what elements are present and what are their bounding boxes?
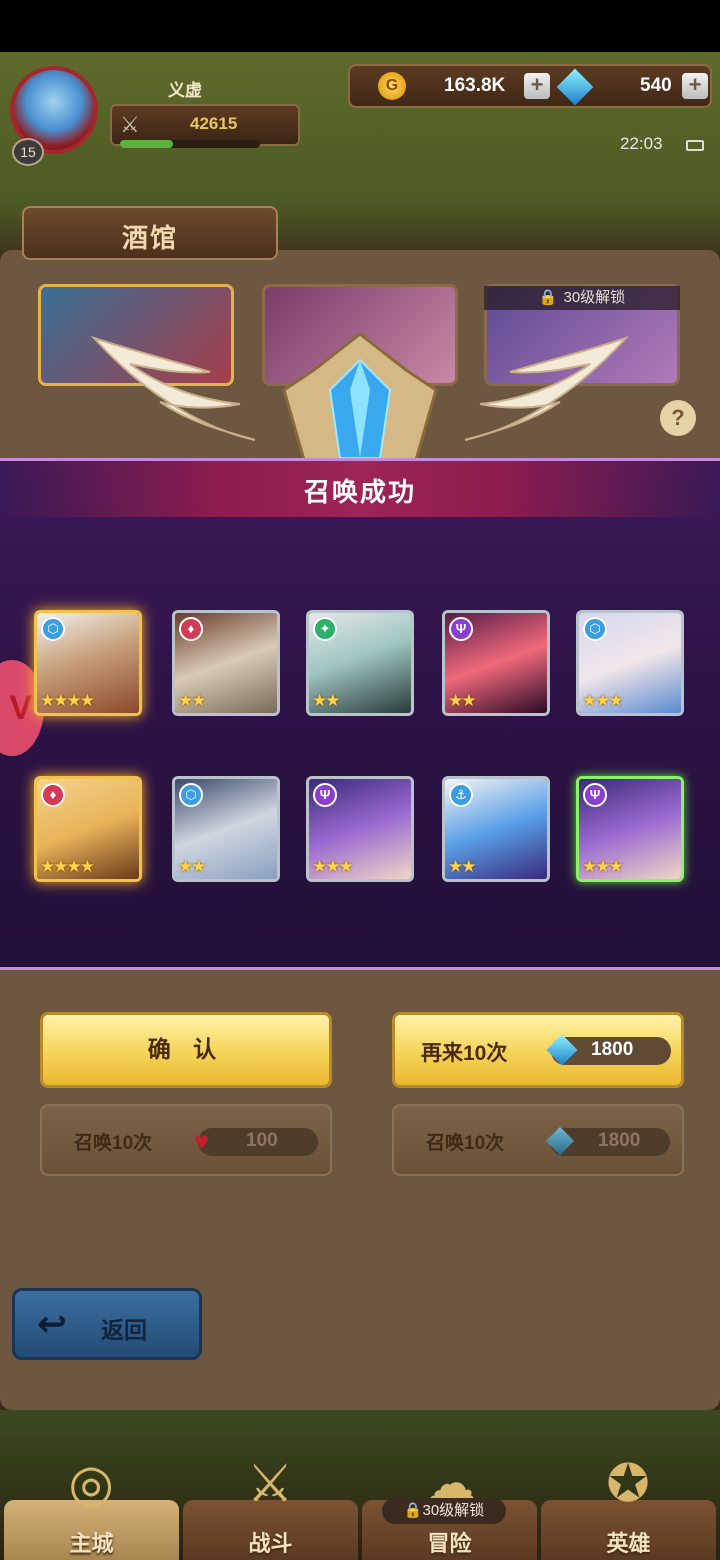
summon-10-gem-cost: 1800 — [545, 1126, 670, 1156]
adventure-lock-label: 30级解锁 — [422, 1502, 485, 1519]
hero-card[interactable]: Ψ ★★★ — [576, 776, 684, 882]
battle-icon: ⚔ — [246, 1455, 294, 1513]
combat-power-value: 42615 — [190, 114, 238, 133]
hero-card[interactable]: Ψ ★★★ — [306, 776, 414, 882]
summon-again-cost: 1800 — [546, 1034, 671, 1066]
gem-amount: 540 — [640, 75, 672, 96]
experience-bar — [120, 140, 260, 148]
player-name: 义虚 — [168, 81, 202, 100]
back-label: 返回 — [101, 1317, 147, 1343]
back-arrow-icon: ↩ — [37, 1303, 68, 1344]
hero-star-rating: ★★★ — [312, 857, 354, 876]
battery-icon — [686, 140, 704, 151]
hero-star-rating: ★★ — [448, 691, 477, 710]
element-dark-icon: Ψ — [449, 617, 473, 641]
currency-bar: G 163.8K + 540 + — [348, 64, 712, 108]
element-sea-icon: ⚓ — [449, 783, 473, 807]
player-level-badge: 15 — [12, 138, 44, 166]
left-wing-icon — [90, 335, 256, 441]
tavern-header: 酒馆 — [22, 206, 278, 260]
summon-card-3-lock: 🔒 30级解锁 — [484, 286, 680, 310]
hero-star-rating: ★★★★ — [40, 691, 95, 710]
hero-star-rating: ★★★★ — [40, 857, 95, 876]
element-dark-icon: Ψ — [313, 783, 337, 807]
help-icon[interactable]: ? — [660, 400, 696, 436]
gem-icon — [545, 1126, 575, 1156]
hero-card[interactable]: ⬡ ★★★ — [576, 610, 684, 716]
hero-star-rating: ★★★ — [582, 857, 624, 876]
status-bar — [0, 0, 720, 52]
element-fire-icon: ♦ — [179, 617, 203, 641]
summon-again-cost-value: 1800 — [591, 1039, 634, 1060]
crystal-emblem-icon — [282, 332, 438, 460]
summon-10-label: 召唤10次 — [74, 1133, 153, 1154]
hero-star-rating: ★★ — [312, 691, 341, 710]
gem-icon — [556, 68, 594, 106]
add-gold-button[interactable]: + — [524, 73, 550, 99]
element-water-icon: ⬡ — [179, 783, 203, 807]
experience-fill — [120, 140, 174, 148]
element-water-icon: ⬡ — [41, 617, 65, 641]
nav-main-city-label: 主城 — [69, 1531, 114, 1556]
element-water-icon: ⬡ — [583, 617, 607, 641]
hero-card[interactable]: Ψ ★★ — [442, 610, 550, 716]
gem-icon — [546, 1034, 578, 1066]
element-fire-icon: ♦ — [41, 783, 65, 807]
hero-card[interactable]: ♦ ★★ — [172, 610, 280, 716]
hero-star-rating: ★★ — [448, 857, 477, 876]
add-gems-button[interactable]: + — [682, 73, 708, 99]
hero-card[interactable]: ✦ ★★ — [306, 610, 414, 716]
summon-10-heart-cost: ♥ 100 — [194, 1126, 318, 1156]
nav-adventure-label: 冒险 — [427, 1531, 472, 1556]
right-wing-icon — [464, 335, 630, 441]
summon-10-heart-button[interactable]: 召唤10次 ♥ 100 — [40, 1104, 332, 1176]
lock-icon: 🔒 — [538, 289, 558, 306]
hero-star-rating: ★★ — [178, 691, 207, 710]
nav-battle-label: 战斗 — [248, 1531, 293, 1556]
clock: 22:03 — [620, 134, 663, 153]
summon-10-label: 召唤10次 — [426, 1133, 505, 1154]
heart-icon: ♥ — [194, 1126, 210, 1156]
back-button[interactable]: ↩ 返回 — [12, 1288, 202, 1360]
summon-again-button[interactable]: 再来10次 1800 — [392, 1012, 684, 1088]
lock-label-text: 30级解锁 — [563, 289, 626, 306]
lock-icon: 🔒 — [403, 1502, 423, 1519]
heroes-icon: ✪ — [606, 1455, 650, 1513]
summon-success-title: 召唤成功 — [303, 477, 416, 507]
hero-star-rating: ★★★ — [582, 691, 624, 710]
confirm-button[interactable]: 确 认 — [40, 1012, 332, 1088]
adventure-lock-badge: 🔒30级解锁 — [382, 1498, 506, 1524]
summon-10-gem-button[interactable]: 召唤10次 1800 — [392, 1104, 684, 1176]
hero-card[interactable]: ⚓ ★★ — [442, 776, 550, 882]
hero-card[interactable]: ⬡ ★★★★ — [34, 610, 142, 716]
nav-heroes-label: 英雄 — [606, 1531, 651, 1556]
gold-coin-icon: G — [378, 72, 406, 100]
gold-amount: 163.8K — [444, 75, 506, 96]
summon-10-gem-cost-value: 1800 — [598, 1130, 641, 1151]
hero-card[interactable]: ♦ ★★★★ — [34, 776, 142, 882]
element-wind-icon: ✦ — [313, 617, 337, 641]
main-city-icon: ◎ — [68, 1455, 114, 1513]
summon-10-heart-cost-value: 100 — [246, 1130, 278, 1151]
hero-star-rating: ★★ — [178, 857, 207, 876]
tavern-title: 酒馆 — [121, 223, 178, 253]
crossed-swords-icon: ⚔ — [120, 112, 140, 137]
hero-card[interactable]: ⬡ ★★ — [172, 776, 280, 882]
element-dark-icon: Ψ — [583, 783, 607, 807]
summon-again-label: 再来10次 — [421, 1042, 508, 1065]
